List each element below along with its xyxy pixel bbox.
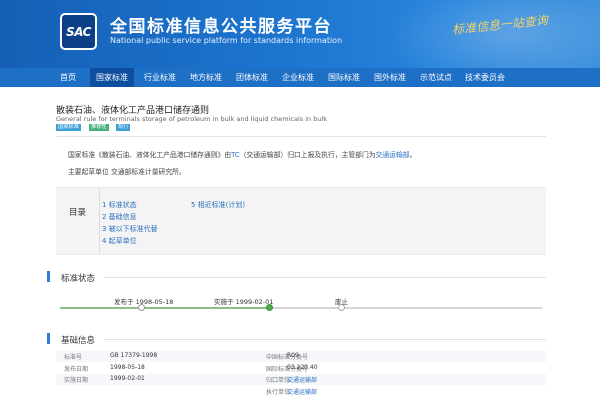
nav-international-standards[interactable]: 国际标准 (324, 68, 364, 87)
description-text: 。 (409, 151, 417, 159)
directory-label: 目录 (56, 188, 100, 254)
info-value: 1999-02-01 (110, 375, 145, 382)
milestone-implemented-label: 实施于 1999-02-01 (214, 298, 274, 306)
nav-pilot-demonstration[interactable]: 示范试点 (416, 68, 456, 87)
standard-description: 国家标准《散装石油、液体化工产品港口储存通则》由TC（交通运输部）归口上报及执行… (68, 149, 416, 159)
standard-title-en: General rule for terminals storage of pe… (56, 115, 328, 123)
status-section-title: 标准状态 (61, 274, 96, 284)
section-marker (47, 333, 50, 344)
nav-enterprise-standards[interactable]: 企业标准 (278, 68, 318, 87)
info-row: 实施日期 1999-02-01 归口单位 交通运输部 (56, 374, 546, 385)
info-key: 发布日期 (64, 366, 89, 373)
info-value: 1998-05-18 (110, 364, 145, 371)
info-row: 标准号 GB 17379-1998 中国标准分类号 R09 (56, 351, 546, 362)
nav-foreign-standards[interactable]: 国外标准 (370, 68, 410, 87)
tag-national-standard: 国家标准 (56, 124, 81, 131)
main-nav: 首页 国家标准 行业标准 地方标准 团体标准 企业标准 国际标准 国外标准 示范… (0, 68, 600, 87)
drafting-end: 。 (178, 168, 186, 176)
description-text: （交通运输部）归口上报及执行，主管部门为 (239, 151, 376, 159)
drafting-label: 主要起草单位 (68, 168, 111, 176)
info-key: 实施日期 (64, 377, 89, 384)
info-value-link[interactable]: 交通运输部 (287, 375, 317, 384)
nav-national-standards[interactable]: 国家标准 (90, 68, 134, 87)
title-divider (56, 136, 546, 137)
site-header: SAC 全国标准信息公共服务平台 National public service… (0, 0, 600, 68)
tc-link[interactable]: TC (231, 151, 240, 159)
milestone-published-dot (138, 304, 145, 311)
nav-home[interactable]: 首页 (52, 68, 84, 87)
nav-group-standards[interactable]: 团体标准 (232, 68, 272, 87)
section-divider (104, 339, 546, 340)
drafting-unit: 交通部标准计量研究所 (110, 168, 179, 176)
info-value: R09 (287, 352, 299, 359)
authority-link[interactable]: 交通运输部 (376, 151, 410, 159)
milestone-abolished-dot (338, 304, 345, 311)
milestone-implemented-dot (266, 304, 273, 311)
timeline-remaining (270, 307, 542, 309)
sac-logo[interactable]: SAC (60, 13, 97, 50)
directory-item-basic-info[interactable]: 2 基础信息 (102, 212, 137, 222)
info-row: 发布日期 1998-05-18 国际标准分类号 03.220.40 (56, 363, 546, 374)
info-row: 执行单位 交通运输部 (56, 386, 546, 397)
info-value: 03.220.40 (287, 364, 318, 371)
nav-local-standards[interactable]: 地方标准 (186, 68, 226, 87)
nav-technical-committees[interactable]: 技术委员会 (460, 68, 510, 87)
info-value: GB 17379-1998 (110, 352, 158, 359)
directory-box: 目录 1 标准状态 2 基础信息 3 被以下标准代替 4 起草单位 5 相近标准… (56, 187, 546, 255)
directory-item-replaced-by[interactable]: 3 被以下标准代替 (102, 224, 158, 234)
section-marker (47, 271, 50, 282)
info-key: 标准号 (64, 354, 83, 361)
directory-item-status[interactable]: 1 标准状态 (102, 200, 137, 210)
nav-industry-standards[interactable]: 行业标准 (140, 68, 180, 87)
directory-item-drafting-units[interactable]: 4 起草单位 (102, 236, 137, 246)
tag-current: 现行 (116, 124, 131, 131)
drafting-units-line: 主要起草单位 交通部标准计量研究所。 (68, 166, 186, 176)
info-value-link[interactable]: 交通运输部 (287, 387, 317, 396)
info-section-title: 基础信息 (61, 336, 96, 346)
description-text: 国家标准《散装石油、液体化工产品港口储存通则》由 (68, 151, 232, 159)
tag-recommended: 推荐性 (89, 124, 109, 131)
directory-item-related-standards[interactable]: 5 相近标准(计划) (191, 200, 245, 210)
timeline-progress (60, 307, 270, 309)
section-divider (104, 277, 546, 278)
site-title: 全国标准信息公共服务平台 (110, 17, 332, 37)
site-subtitle: National public service platform for sta… (110, 36, 343, 45)
